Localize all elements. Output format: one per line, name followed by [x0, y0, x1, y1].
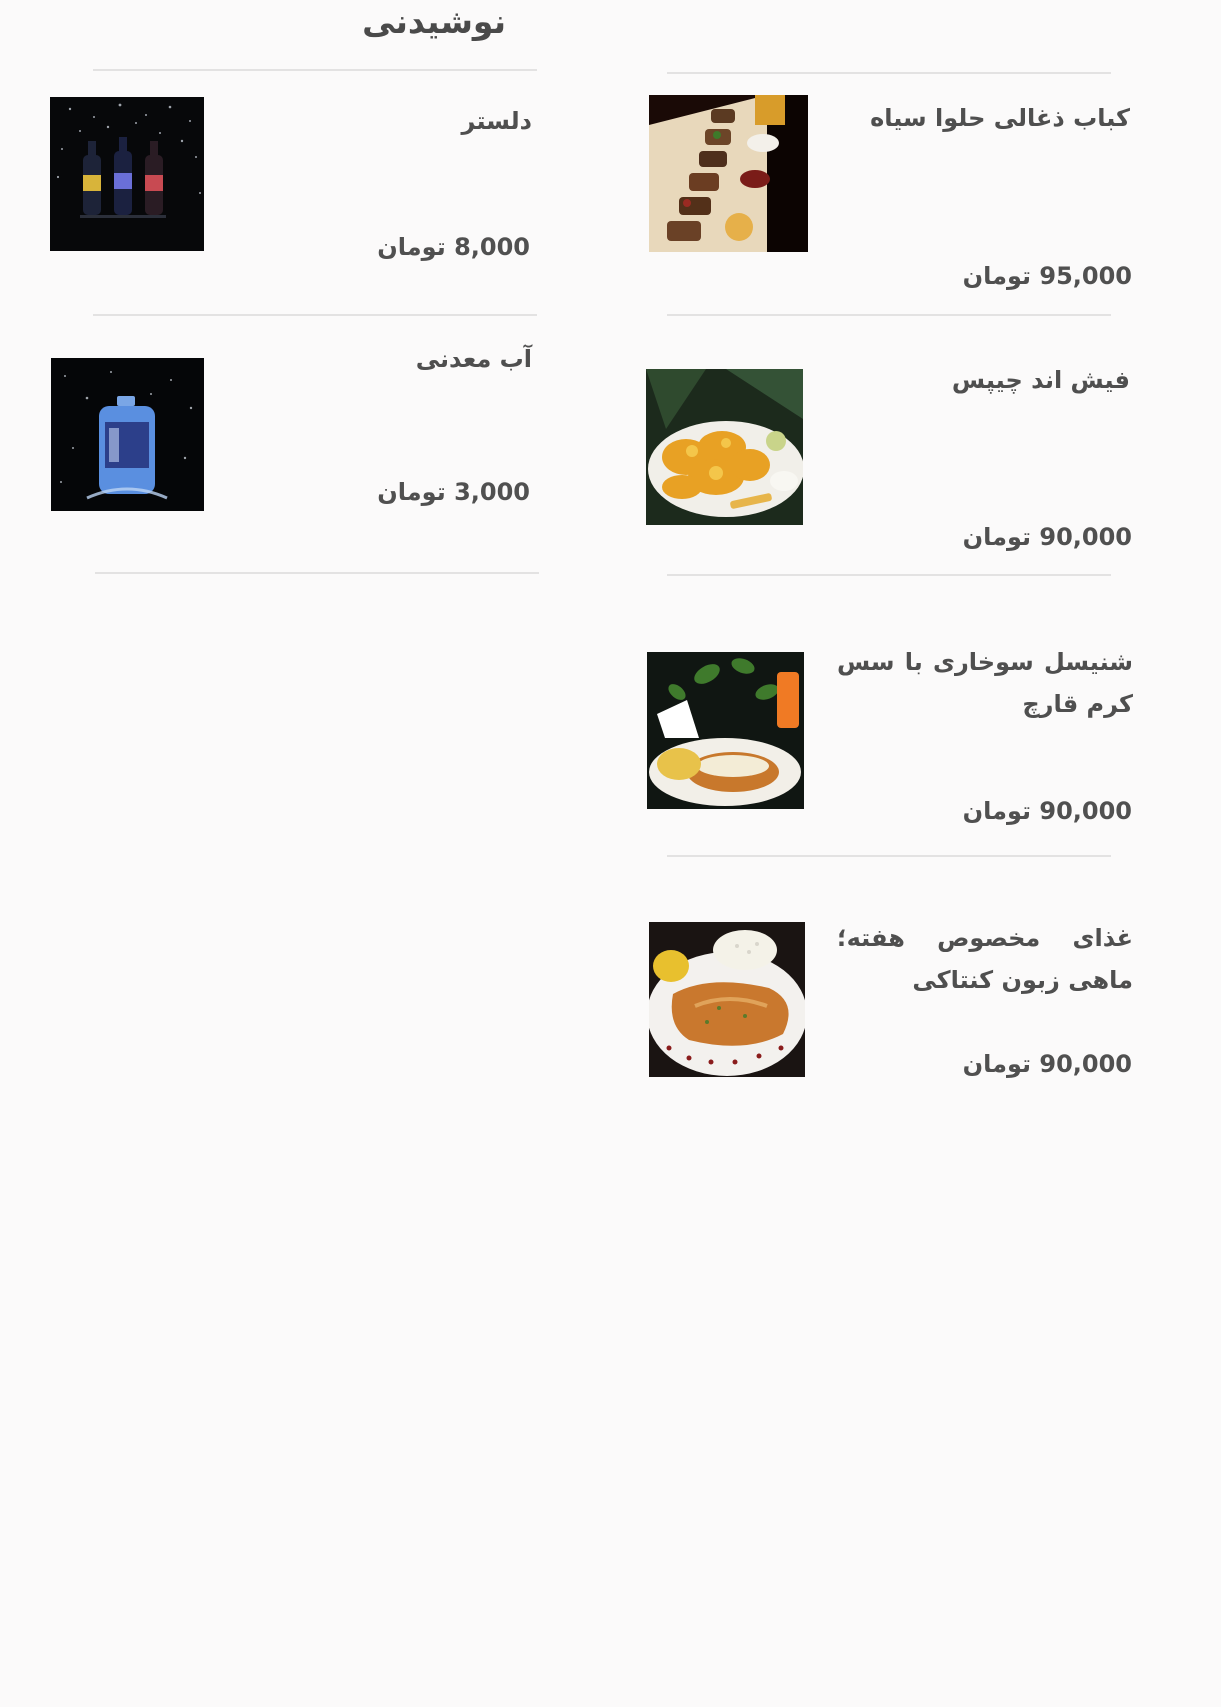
item-price: 95,000 تومان: [962, 262, 1132, 290]
section-title-drinks: نوشیدنی: [362, 2, 506, 41]
item-name: آب معدنی: [415, 345, 532, 373]
schnitzel-plate-image: [647, 652, 804, 809]
item-price: 90,000 تومان: [962, 797, 1132, 825]
divider: [667, 574, 1111, 576]
item-price: 90,000 تومان: [962, 1050, 1132, 1078]
beer-bottles-image: [50, 97, 204, 251]
divider: [667, 72, 1111, 74]
item-price: 8,000 تومان: [377, 233, 530, 261]
item-name: دلستر: [461, 107, 532, 135]
item-name: فیش اند چیپس: [951, 366, 1130, 394]
water-bottle-image: [51, 358, 204, 511]
divider: [93, 69, 537, 71]
divider: [667, 314, 1111, 316]
fried-fish-plate-image: [649, 922, 805, 1077]
divider: [93, 314, 537, 316]
item-price: 90,000 تومان: [962, 523, 1132, 551]
item-name: غذای مخصوص هفته؛ ماهی زبون کنتاکی: [837, 924, 1133, 994]
item-price: 3,000 تومان: [377, 478, 530, 506]
divider: [667, 855, 1111, 857]
item-name: شنیسل سوخاری با سس کرم قارچ: [837, 648, 1133, 718]
item-name: کباب ذغالی حلوا سیاه: [870, 104, 1130, 132]
divider: [95, 572, 539, 574]
